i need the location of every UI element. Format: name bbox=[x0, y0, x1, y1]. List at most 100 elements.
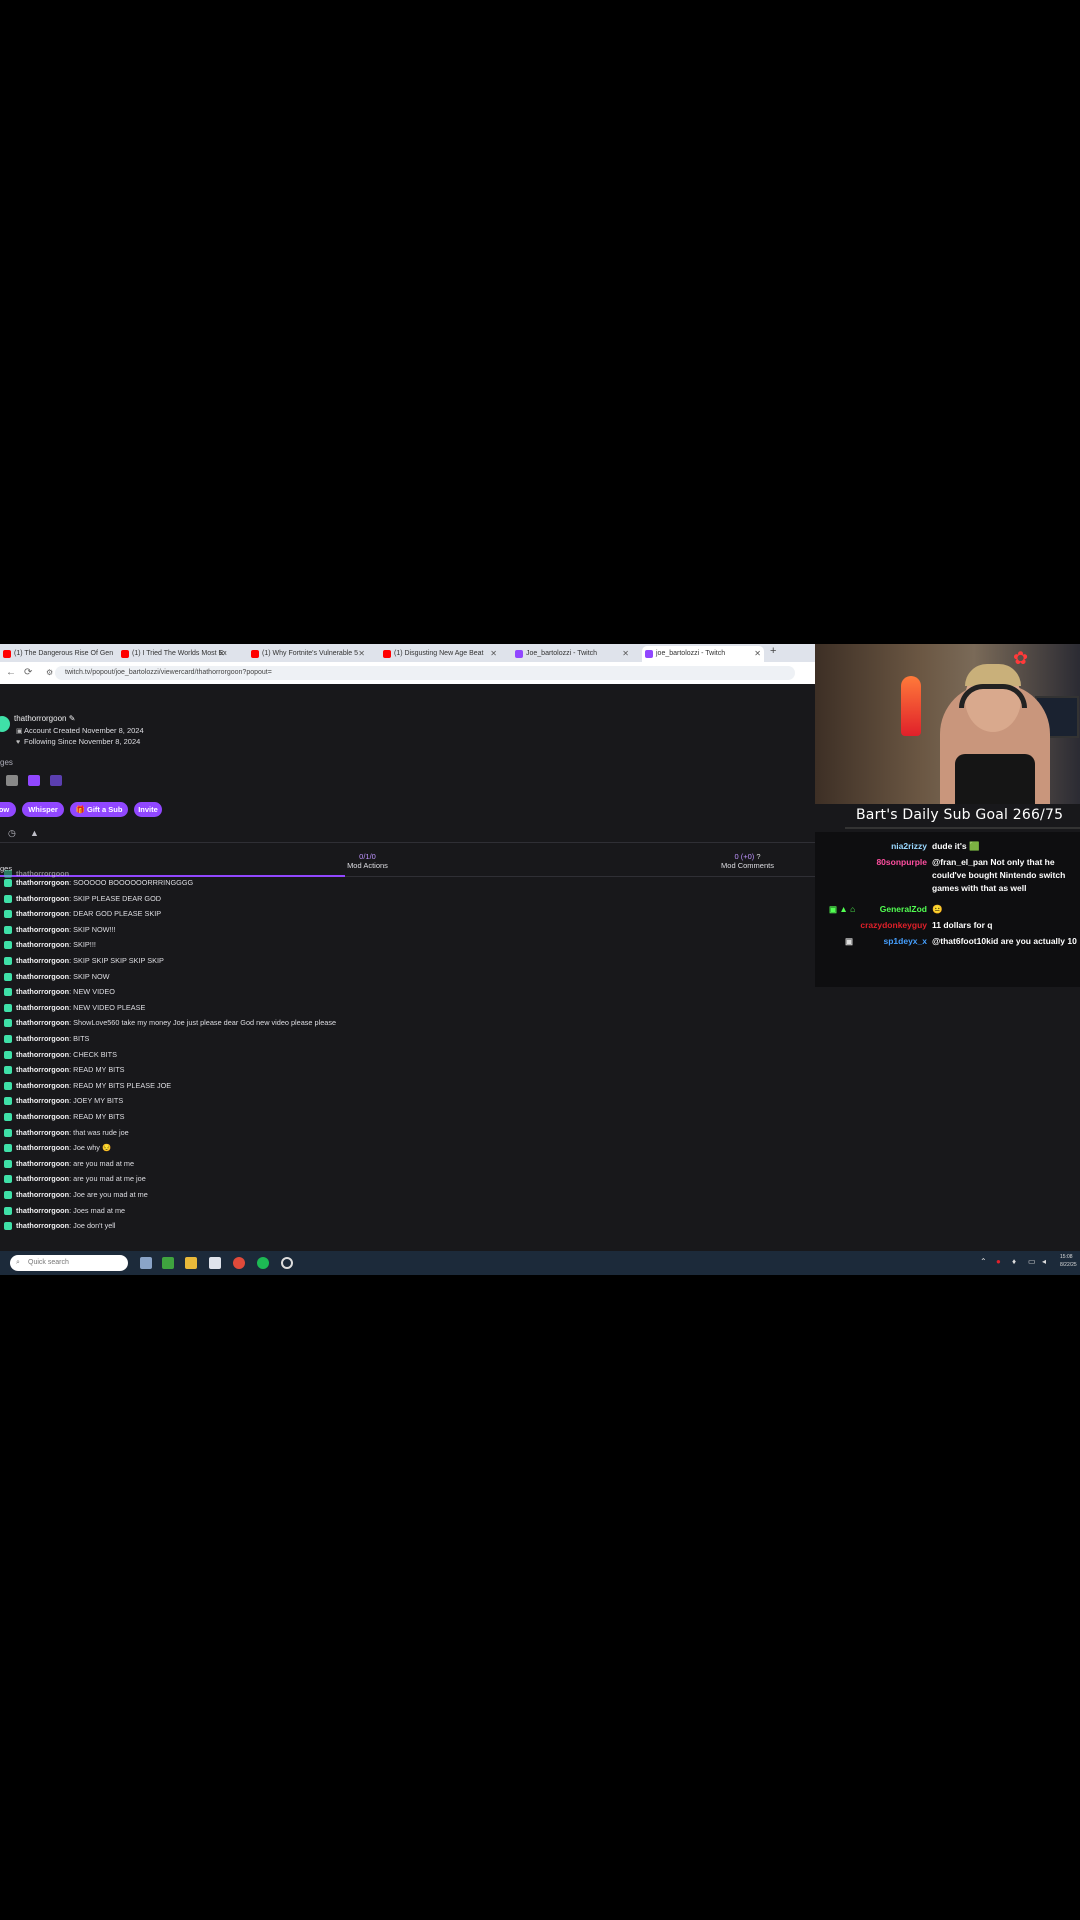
list-item: thathorrorgoon: are you mad at me bbox=[4, 1159, 134, 1169]
badge-icon bbox=[4, 1222, 12, 1231]
browser-tab[interactable]: (1) Why Fortnite's Vulnerable 5 ✕ bbox=[248, 646, 368, 662]
list-item: thathorrorgoon: SKIP SKIP SKIP SKIP SKIP bbox=[4, 956, 164, 966]
whisper-button[interactable]: Whisper bbox=[22, 802, 64, 817]
clock-time[interactable]: 15:08 8/22/25 bbox=[1060, 1253, 1077, 1269]
message-username[interactable]: thathorrorgoon bbox=[16, 1128, 69, 1137]
message-text: that was rude joe bbox=[73, 1127, 129, 1137]
warning-icon[interactable]: ▲ bbox=[30, 828, 39, 838]
list-item: thathorrorgoon: NEW VIDEO PLEASE bbox=[4, 1003, 145, 1013]
message-username[interactable]: thathorrorgoon bbox=[16, 894, 69, 903]
file-icon[interactable] bbox=[140, 1257, 152, 1269]
gift-sub-button[interactable]: 🎁 Gift a Sub bbox=[70, 802, 128, 817]
browser-tab-active[interactable]: joe_bartolozzi - Twitch ✕ bbox=[642, 646, 764, 662]
message-username[interactable]: thathorrorgoon bbox=[16, 1096, 69, 1105]
list-item: thathorrorgoon: SKIP!!! bbox=[4, 940, 96, 950]
headphones-icon bbox=[959, 684, 1027, 708]
browser-tab[interactable]: Joe_bartolozzi - Twitch ✕ bbox=[512, 646, 632, 662]
youtube-icon bbox=[3, 650, 11, 658]
invite-button[interactable]: Invite bbox=[134, 802, 162, 817]
badge-icon bbox=[6, 775, 18, 786]
message-username[interactable]: thathorrorgoon bbox=[16, 925, 69, 934]
message-text: SKIP SKIP SKIP SKIP SKIP bbox=[73, 956, 164, 965]
badge-icon bbox=[4, 941, 12, 950]
message-username[interactable]: thathorrorgoon bbox=[16, 1190, 69, 1199]
message-username[interactable]: thathorrorgoon bbox=[16, 987, 69, 996]
message-text: Joe don't yell bbox=[73, 1221, 116, 1231]
message-username[interactable]: thathorrorgoon bbox=[16, 956, 69, 965]
folder-icon[interactable] bbox=[185, 1257, 197, 1269]
chat-message: dude it's 🟩 bbox=[932, 841, 980, 851]
message-username[interactable]: thathorrorgoon bbox=[16, 909, 69, 918]
message-username[interactable]: thathorrorgoon bbox=[16, 1221, 69, 1230]
browser-tab-bar: (1) The Dangerous Rise Of Gen ✕ (1) I Tr… bbox=[0, 644, 815, 662]
badge-icon bbox=[4, 1175, 12, 1184]
twitch-icon bbox=[515, 650, 523, 658]
message-username[interactable]: thathorrorgoon bbox=[16, 1174, 69, 1183]
speaker-icon[interactable]: ◂ bbox=[1042, 1257, 1046, 1266]
twitch-icon bbox=[645, 650, 653, 658]
divider bbox=[345, 876, 815, 877]
taskbar-search-input[interactable]: ⌕ Quick search bbox=[10, 1255, 128, 1271]
close-tab-icon[interactable]: ✕ bbox=[218, 646, 225, 662]
chevron-up-icon[interactable]: ⌃ bbox=[980, 1257, 987, 1266]
close-tab-icon[interactable]: ✕ bbox=[754, 646, 761, 662]
network-icon[interactable]: ▭ bbox=[1028, 1257, 1036, 1266]
message-username[interactable]: thathorrorgoon bbox=[16, 1018, 69, 1027]
close-tab-icon[interactable]: ✕ bbox=[622, 646, 629, 662]
list-item: thathorrorgoon: Joe don't yell bbox=[4, 1221, 116, 1231]
new-tab-button[interactable]: + bbox=[770, 645, 776, 657]
message-username[interactable]: thathorrorgoon bbox=[16, 878, 69, 887]
microphone-icon[interactable]: ♦ bbox=[1012, 1257, 1016, 1266]
clock-icon[interactable]: ◷ bbox=[8, 828, 16, 839]
following-since: ♥ Following Since November 8, 2024 bbox=[16, 737, 141, 746]
message-username[interactable]: thathorrorgoon bbox=[16, 1112, 69, 1121]
message-username[interactable]: thathorrorgoon bbox=[16, 1143, 69, 1152]
badge-icon bbox=[4, 870, 12, 879]
badge-icon bbox=[4, 1144, 12, 1153]
mod-actions-tab[interactable]: 0/1/0 Mod Actions bbox=[340, 852, 395, 870]
sub-goal-bar bbox=[845, 827, 1080, 829]
message-text: SOOOOO BOOOOOORRRINGGGG bbox=[73, 878, 194, 887]
message-username[interactable]: thathorrorgoon bbox=[16, 1081, 69, 1090]
badge-icon bbox=[4, 1035, 12, 1044]
tray-app-icon[interactable]: ● bbox=[996, 1257, 1001, 1266]
store-icon[interactable] bbox=[209, 1257, 221, 1269]
youtube-icon bbox=[121, 650, 129, 658]
help-icon[interactable]: ? bbox=[756, 852, 760, 861]
list-item: thathorrorgoon: SKIP NOW!!! bbox=[4, 925, 116, 935]
message-text: JOEY MY BITS bbox=[73, 1096, 124, 1106]
message-username[interactable]: thathorrorgoon bbox=[16, 1003, 69, 1012]
back-icon[interactable]: ← bbox=[6, 667, 16, 678]
message-text: SKIP NOW!!! bbox=[73, 924, 116, 934]
browser-tab[interactable]: (1) I Tried The Worlds Most Ex ✕ bbox=[118, 646, 228, 662]
message-username[interactable]: thathorrorgoon bbox=[16, 1050, 69, 1059]
edit-icon[interactable]: ✎ bbox=[69, 714, 76, 723]
minecraft-icon[interactable] bbox=[162, 1257, 174, 1269]
follow-button[interactable]: low bbox=[0, 802, 16, 817]
message-text: Joes mad at me bbox=[73, 1205, 126, 1215]
badge-icon bbox=[4, 1206, 12, 1215]
chrome-icon[interactable] bbox=[233, 1257, 245, 1269]
site-info-icon[interactable]: ⚙ bbox=[46, 668, 53, 677]
close-tab-icon[interactable]: ✕ bbox=[490, 646, 497, 662]
message-username[interactable]: thathorrorgoon bbox=[16, 972, 69, 981]
heart-icon: ♥ bbox=[16, 739, 21, 746]
message-username[interactable]: thathorrorgoon bbox=[16, 940, 69, 949]
list-item: thathorrorgoon: Joes mad at me bbox=[4, 1206, 125, 1216]
lava-lamp bbox=[901, 676, 921, 736]
browser-tab[interactable]: (1) Disgusting New Age Beat ✕ bbox=[380, 646, 500, 662]
app-icon[interactable] bbox=[281, 1257, 293, 1269]
mod-comments-tab[interactable]: 0 (+0) ? Mod Comments bbox=[715, 852, 780, 870]
account-created: ▣Account Created November 8, 2024 bbox=[16, 726, 144, 735]
close-tab-icon[interactable]: ✕ bbox=[358, 646, 365, 662]
message-username[interactable]: thathorrorgoon bbox=[16, 1159, 69, 1168]
chat-message: 😐 bbox=[932, 904, 943, 914]
badge-icon: ▣ bbox=[845, 936, 854, 946]
spotify-icon[interactable] bbox=[257, 1257, 269, 1269]
url-input[interactable]: twitch.tv/popout/joe_bartolozzi/viewerca… bbox=[55, 666, 795, 680]
browser-tab[interactable]: (1) The Dangerous Rise Of Gen ✕ bbox=[0, 646, 130, 662]
reload-icon[interactable]: ⟳ bbox=[24, 667, 32, 678]
message-username[interactable]: thathorrorgoon bbox=[16, 1206, 69, 1215]
message-username[interactable]: thathorrorgoon bbox=[16, 1034, 69, 1043]
message-username[interactable]: thathorrorgoon bbox=[16, 1065, 69, 1074]
